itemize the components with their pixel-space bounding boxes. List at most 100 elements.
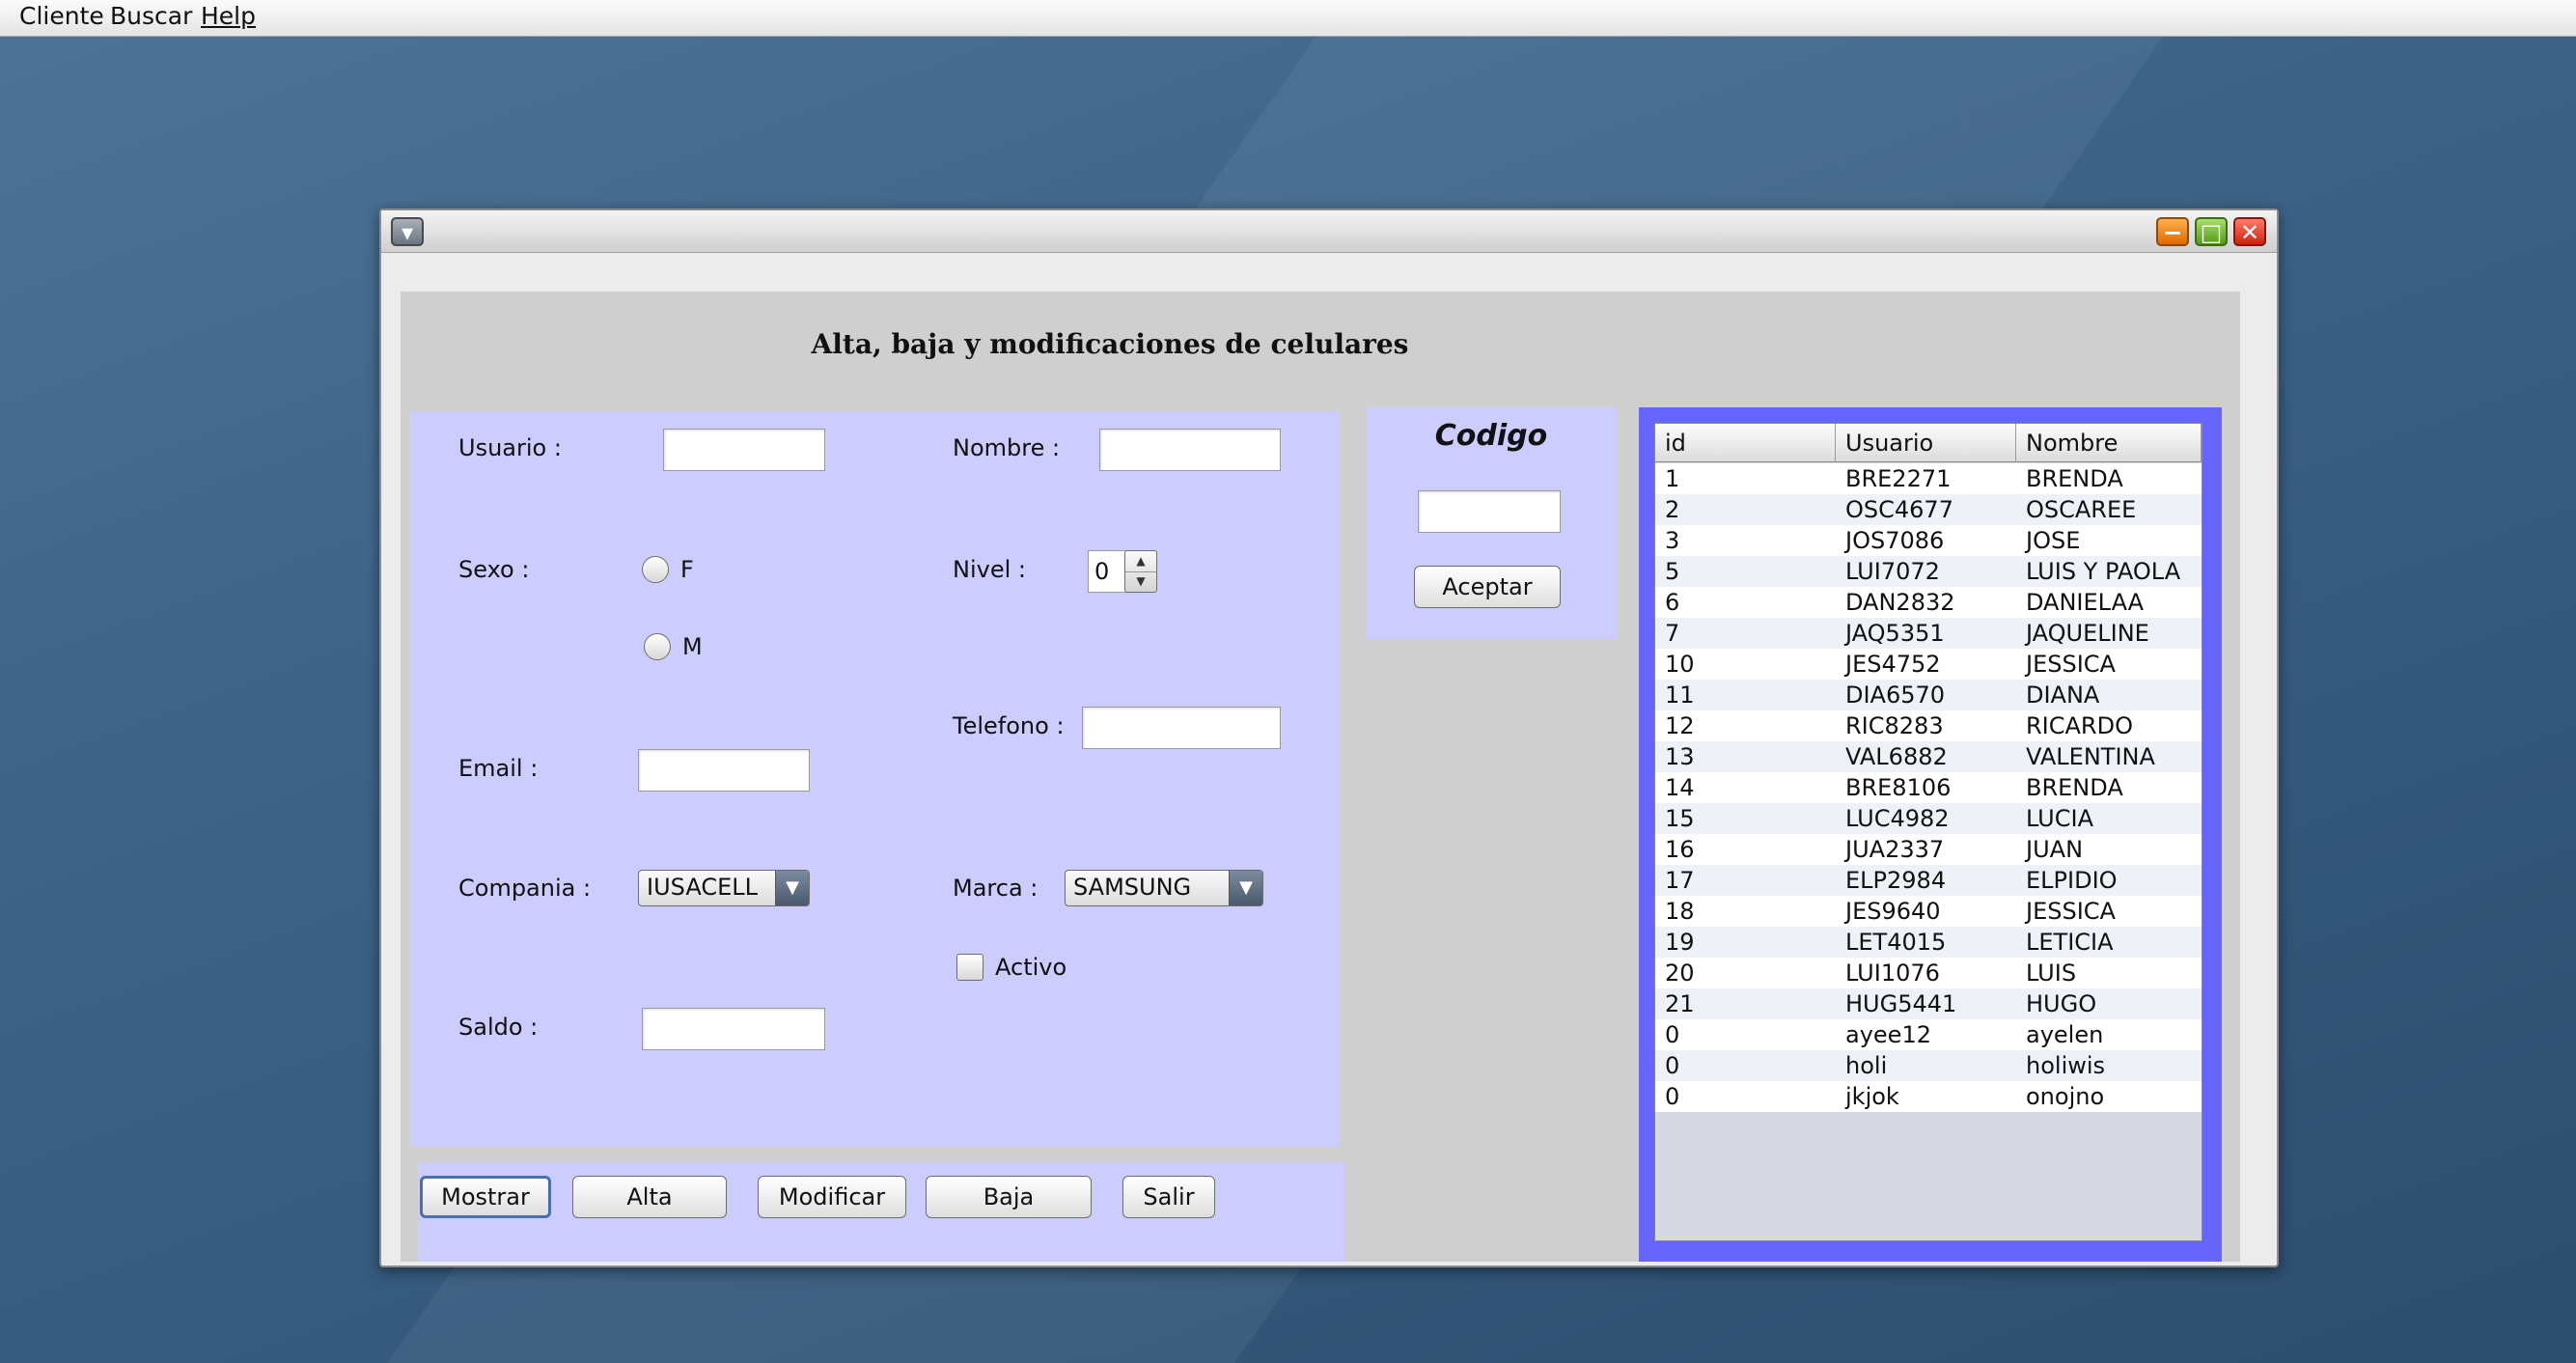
- salir-button[interactable]: Salir: [1122, 1176, 1215, 1218]
- table-cell: 0: [1665, 1083, 1680, 1110]
- saldo-input[interactable]: [642, 1008, 825, 1050]
- sexo-m-label: M: [682, 633, 703, 660]
- table-cell: BRE8106: [1845, 774, 1952, 801]
- table-cell: BRENDA: [2026, 465, 2123, 492]
- maximize-button[interactable]: □: [2195, 217, 2228, 246]
- menu-help[interactable]: Help: [201, 2, 256, 30]
- baja-button[interactable]: Baja: [926, 1176, 1092, 1218]
- column-header-nombre[interactable]: Nombre: [2016, 424, 2202, 462]
- menu-cliente[interactable]: Cliente: [19, 2, 104, 30]
- table-row[interactable]: 0 ayee12 ayelen: [1655, 1019, 2202, 1050]
- users-table[interactable]: id Usuario Nombre 1 BRE2271 BRENDA 2 OSC4677…: [1654, 423, 2202, 1241]
- activo-label: Activo: [995, 954, 1067, 981]
- table-cell: LETICIA: [2026, 929, 2114, 956]
- telefono-input[interactable]: [1082, 707, 1281, 749]
- table-cell: holi: [1845, 1052, 1888, 1079]
- table-row[interactable]: 0 holi holiwis: [1655, 1050, 2202, 1081]
- table-cell: JOS7086: [1845, 527, 1945, 554]
- close-icon: ✕: [2239, 219, 2260, 246]
- table-cell: holiwis: [2026, 1052, 2106, 1079]
- column-header-usuario[interactable]: Usuario: [1836, 424, 2016, 462]
- nivel-spinner-buttons[interactable]: ▲ ▼: [1124, 550, 1157, 593]
- table-cell: 20: [1665, 960, 1695, 987]
- email-label: Email :: [458, 755, 539, 782]
- table-cell: BRENDA: [2026, 774, 2123, 801]
- modificar-button[interactable]: Modificar: [758, 1176, 906, 1218]
- spinner-up-icon[interactable]: ▲: [1125, 551, 1156, 572]
- table-cell: ayee12: [1845, 1021, 1931, 1048]
- table-cell: JOSE: [2026, 527, 2081, 554]
- table-cell: LET4015: [1845, 929, 1947, 956]
- button-panel: Mostrar Alta Modificar Baja Salir: [418, 1162, 1344, 1262]
- table-row[interactable]: 3 JOS7086 JOSE: [1655, 525, 2202, 556]
- window-titlebar[interactable]: ▾ − □ ✕: [381, 210, 2277, 253]
- table-row[interactable]: 21 HUG5441 HUGO: [1655, 988, 2202, 1019]
- table-frame: id Usuario Nombre 1 BRE2271 BRENDA 2 OSC4677…: [1639, 407, 2222, 1262]
- table-cell: LUIS Y PAOLA: [2026, 558, 2181, 585]
- table-cell: RIC8283: [1845, 712, 1944, 739]
- table-row[interactable]: 15 LUC4982 LUCIA: [1655, 803, 2202, 834]
- mostrar-button[interactable]: Mostrar: [420, 1176, 551, 1218]
- menu-buscar[interactable]: Buscar: [110, 2, 192, 30]
- codigo-input[interactable]: [1418, 490, 1561, 533]
- table-cell: VALENTINA: [2026, 743, 2155, 770]
- minimize-button[interactable]: −: [2156, 217, 2189, 246]
- table-cell: ELP2984: [1845, 867, 1947, 894]
- close-button[interactable]: ✕: [2233, 217, 2266, 246]
- table-cell: OSC4677: [1845, 496, 1953, 523]
- table-row[interactable]: 10 JES4752 JESSICA: [1655, 649, 2202, 680]
- chevron-down-icon: ▼: [1229, 871, 1262, 905]
- codigo-title: Codigo: [1434, 419, 1548, 453]
- table-row[interactable]: 12 RIC8283 RICARDO: [1655, 710, 2202, 741]
- table-header: id Usuario Nombre: [1655, 424, 2202, 462]
- form-panel: Usuario : Nombre : Sexo : F M Nivel : 0 …: [410, 411, 1339, 1147]
- table-row[interactable]: 11 DIA6570 DIANA: [1655, 680, 2202, 710]
- table-row[interactable]: 18 JES9640 JESSICA: [1655, 896, 2202, 927]
- email-input[interactable]: [638, 749, 810, 792]
- table-cell: DIA6570: [1845, 682, 1946, 709]
- table-cell: DANIELAA: [2026, 589, 2145, 616]
- compania-select[interactable]: IUSACELL ▼: [638, 870, 810, 906]
- marca-select[interactable]: SAMSUNG ▼: [1065, 870, 1263, 906]
- table-cell: 0: [1665, 1052, 1680, 1079]
- table-cell: 7: [1665, 620, 1680, 647]
- table-cell: LUIS: [2026, 960, 2077, 987]
- nombre-input[interactable]: [1099, 429, 1281, 471]
- table-row[interactable]: 14 BRE8106 BRENDA: [1655, 772, 2202, 803]
- table-cell: 15: [1665, 805, 1695, 832]
- table-row[interactable]: 19 LET4015 LETICIA: [1655, 927, 2202, 958]
- table-cell: JAQ5351: [1845, 620, 1945, 647]
- table-cell: 13: [1665, 743, 1695, 770]
- table-row[interactable]: 0 jkjok onojno: [1655, 1081, 2202, 1112]
- usuario-input[interactable]: [663, 429, 825, 471]
- column-header-id[interactable]: id: [1655, 424, 1836, 462]
- table-cell: 2: [1665, 496, 1680, 523]
- table-cell: 21: [1665, 990, 1695, 1017]
- alta-button[interactable]: Alta: [572, 1176, 727, 1218]
- table-row[interactable]: 13 VAL6882 VALENTINA: [1655, 741, 2202, 772]
- activo-checkbox[interactable]: [956, 954, 983, 981]
- table-row[interactable]: 5 LUI7072 LUIS Y PAOLA: [1655, 556, 2202, 587]
- spinner-down-icon[interactable]: ▼: [1125, 571, 1156, 592]
- table-row[interactable]: 7 JAQ5351 JAQUELINE: [1655, 618, 2202, 649]
- nivel-spinner-field[interactable]: 0: [1088, 550, 1126, 593]
- table-row[interactable]: 20 LUI1076 LUIS: [1655, 958, 2202, 988]
- table-row[interactable]: 2 OSC4677 OSCAREE: [1655, 494, 2202, 525]
- window-menu-button[interactable]: ▾: [391, 217, 424, 246]
- sexo-f-radio[interactable]: [642, 556, 669, 583]
- table-cell: 12: [1665, 712, 1695, 739]
- sexo-f-label: F: [680, 556, 694, 583]
- table-row[interactable]: 1 BRE2271 BRENDA: [1655, 463, 2202, 494]
- table-row[interactable]: 17 ELP2984 ELPIDIO: [1655, 865, 2202, 896]
- table-row[interactable]: 16 JUA2337 JUAN: [1655, 834, 2202, 865]
- table-cell: LUCIA: [2026, 805, 2093, 832]
- table-cell: JUAN: [2026, 836, 2084, 863]
- marca-selected: SAMSUNG: [1073, 874, 1192, 901]
- sexo-m-radio[interactable]: [644, 633, 671, 660]
- table-cell: LUI7072: [1845, 558, 1940, 585]
- table-cell: 19: [1665, 929, 1695, 956]
- table-row[interactable]: 6 DAN2832 DANIELAA: [1655, 587, 2202, 618]
- aceptar-button[interactable]: Aceptar: [1414, 566, 1561, 608]
- table-body: 1 BRE2271 BRENDA 2 OSC4677 OSCAREE 3 JOS7086 JOS…: [1655, 463, 2202, 1112]
- table-cell: 14: [1665, 774, 1695, 801]
